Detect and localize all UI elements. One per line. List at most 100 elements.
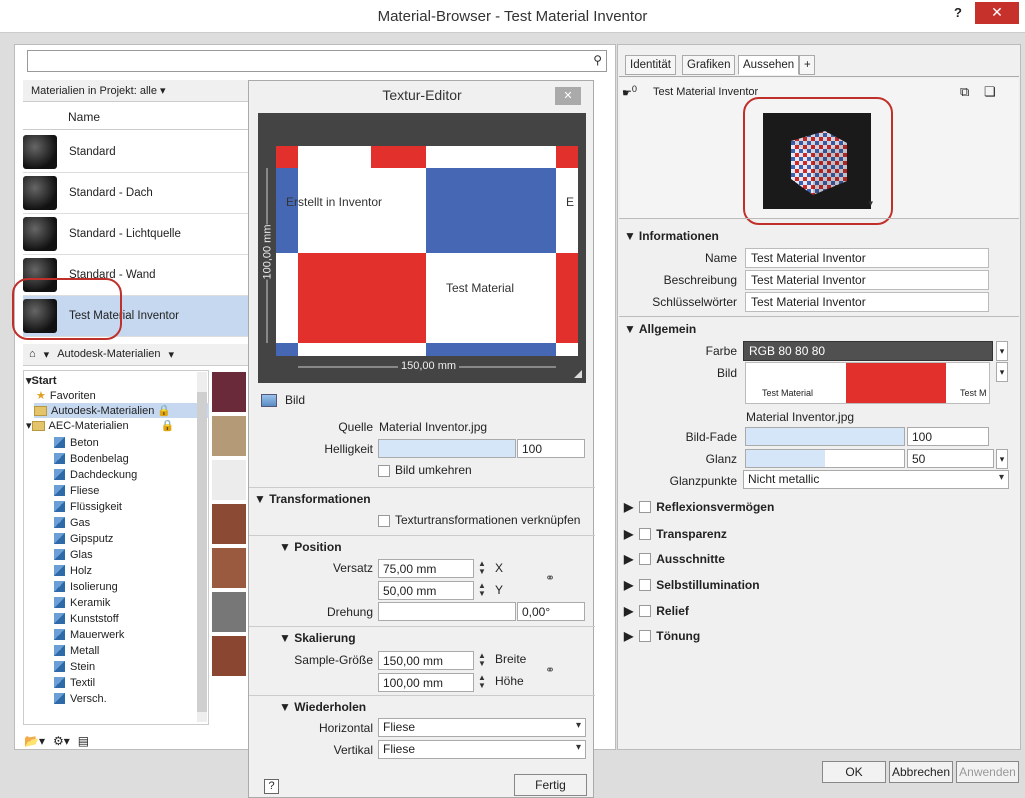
library-swatch[interactable] bbox=[212, 592, 246, 632]
checkbox-box[interactable] bbox=[378, 514, 390, 527]
replace-asset-icon[interactable]: ⧉ bbox=[960, 84, 969, 100]
project-filter[interactable]: Materialien in Projekt: alle ▾ bbox=[23, 80, 248, 102]
tree-item[interactable]: Stein bbox=[54, 659, 95, 674]
source-file-link[interactable]: Material Inventor.jpg bbox=[379, 420, 487, 434]
list-item[interactable]: Standard - Dach bbox=[23, 173, 253, 214]
info-section-header[interactable]: ▼ Informationen bbox=[624, 229, 719, 243]
sample-width-spinner[interactable]: ▲ ▼ bbox=[476, 652, 488, 669]
transform-section-header[interactable]: ▼ Transformationen bbox=[254, 492, 371, 506]
image-thumbnail[interactable]: Test Material Test M bbox=[745, 362, 990, 404]
done-button[interactable]: Fertig bbox=[514, 774, 587, 796]
create-material-icon[interactable]: ⚙▾ bbox=[53, 734, 70, 752]
repeat-section-header[interactable]: ▼ Wiederholen bbox=[279, 700, 366, 714]
link-transforms-checkbox[interactable]: Texturtransformationen verknüpfen bbox=[378, 513, 580, 527]
group-header[interactable]: ▶ Ausschnitte bbox=[624, 552, 725, 566]
tree-item[interactable]: Glas bbox=[54, 547, 93, 562]
group-enable-checkbox[interactable] bbox=[639, 501, 652, 513]
list-item[interactable]: Standard - Lichtquelle bbox=[23, 214, 253, 255]
color-swatch[interactable]: RGB 80 80 80 bbox=[743, 341, 993, 361]
tree-item-autodesk-materialien[interactable]: Autodesk-Materialien 🔒 bbox=[34, 403, 209, 418]
glossiness-slider[interactable] bbox=[745, 449, 905, 468]
name-field[interactable]: Test Material Inventor bbox=[745, 248, 989, 268]
tab-grafiken[interactable]: Grafiken bbox=[682, 55, 736, 75]
highlights-select[interactable]: Nicht metallic bbox=[743, 470, 1009, 489]
tree-item[interactable]: Isolierung bbox=[54, 579, 118, 594]
sample-height-spinner[interactable]: ▲ ▼ bbox=[476, 674, 488, 691]
tree-item[interactable]: Kunststoff bbox=[54, 611, 119, 626]
group-enable-checkbox[interactable] bbox=[639, 579, 652, 591]
group-enable-checkbox[interactable] bbox=[639, 605, 652, 617]
sample-width-input[interactable]: 150,00 mm bbox=[378, 651, 474, 670]
asset-hand-icon[interactable]: ☛0 bbox=[622, 84, 637, 100]
tree-item[interactable]: Versch. bbox=[54, 691, 107, 706]
color-menu-arrow[interactable]: ▾ bbox=[996, 341, 1008, 361]
chevron-down-icon[interactable]: ▾ bbox=[169, 348, 175, 361]
tab-aussehen[interactable]: Aussehen bbox=[738, 55, 800, 75]
group-header[interactable]: ▶ Tönung bbox=[624, 629, 700, 643]
chevron-down-icon[interactable]: ▾ bbox=[44, 348, 50, 361]
brightness-input[interactable]: 100 bbox=[517, 439, 585, 458]
group-header[interactable]: ▶ Selbstillumination bbox=[624, 578, 760, 592]
tree-item[interactable]: Gas bbox=[54, 515, 90, 530]
search-input[interactable]: ⚲ bbox=[27, 50, 607, 72]
tree-item[interactable]: Mauerwerk bbox=[54, 627, 124, 642]
position-section-header[interactable]: ▼ Position bbox=[279, 540, 342, 554]
vertical-repeat-select[interactable]: Fliese bbox=[378, 740, 586, 759]
group-header[interactable]: ▶ Transparenz bbox=[624, 527, 727, 541]
library-swatch[interactable] bbox=[212, 460, 246, 500]
glossiness-menu-arrow[interactable]: ▾ bbox=[996, 449, 1008, 469]
group-enable-checkbox[interactable] bbox=[639, 630, 652, 642]
duplicate-asset-icon[interactable]: ❏ bbox=[984, 84, 996, 100]
cancel-button[interactable]: Abbrechen bbox=[889, 761, 953, 783]
tree-item-favoriten[interactable]: ★ Favoriten bbox=[36, 388, 96, 403]
tree-item[interactable]: Beton bbox=[54, 435, 99, 450]
help-button[interactable]: ? bbox=[949, 5, 967, 23]
tree-item[interactable]: Gipsputz bbox=[54, 531, 113, 546]
link-chain-icon[interactable]: ⚭ bbox=[545, 663, 555, 677]
column-name-header[interactable]: Name bbox=[68, 110, 100, 124]
tree-item-aec-materialien[interactable]: ▾ AEC-Materialien 🔒 bbox=[26, 418, 174, 433]
offset-y-spinner[interactable]: ▲ ▼ bbox=[476, 582, 488, 599]
tree-item[interactable]: Fliese bbox=[54, 483, 99, 498]
group-header[interactable]: ▶ Reflexionsvermögen bbox=[624, 500, 774, 514]
keywords-field[interactable]: Test Material Inventor bbox=[745, 292, 989, 312]
invert-image-checkbox[interactable]: Bild umkehren bbox=[378, 463, 472, 477]
library-swatch[interactable] bbox=[212, 372, 246, 412]
library-swatch[interactable] bbox=[212, 504, 246, 544]
image-file-name[interactable]: Material Inventor.jpg bbox=[746, 410, 854, 424]
image-fade-input[interactable]: 100 bbox=[907, 427, 989, 446]
glossiness-input[interactable]: 50 bbox=[907, 449, 994, 468]
tree-item[interactable]: Holz bbox=[54, 563, 92, 578]
offset-y-input[interactable]: 50,00 mm bbox=[378, 581, 474, 600]
link-chain-icon[interactable]: ⚭ bbox=[545, 571, 555, 585]
tree-item[interactable]: Metall bbox=[54, 643, 99, 658]
tree-scrollbar[interactable] bbox=[197, 372, 207, 722]
add-tab-button[interactable]: + bbox=[799, 55, 815, 75]
tree-item[interactable]: Keramik bbox=[54, 595, 110, 610]
tree-item[interactable]: Flüssigkeit bbox=[54, 499, 122, 514]
horizontal-repeat-select[interactable]: Fliese bbox=[378, 718, 586, 737]
tab-identitaet[interactable]: Identität bbox=[625, 55, 676, 75]
library-menu-icon[interactable]: 📂▾ bbox=[24, 734, 45, 752]
checkbox-box[interactable] bbox=[378, 464, 390, 477]
image-menu-arrow[interactable]: ▾ bbox=[996, 362, 1008, 382]
home-icon[interactable]: ⌂ bbox=[29, 348, 36, 361]
tree-item[interactable]: Dachdeckung bbox=[54, 467, 137, 482]
library-swatch[interactable] bbox=[212, 416, 246, 456]
toggle-panel-icon[interactable]: ▤ bbox=[78, 734, 89, 752]
group-enable-checkbox[interactable] bbox=[639, 553, 652, 565]
tree-item[interactable]: Bodenbelag bbox=[54, 451, 129, 466]
rotation-slider[interactable] bbox=[378, 602, 516, 621]
ok-button[interactable]: OK bbox=[822, 761, 886, 783]
offset-x-input[interactable]: 75,00 mm bbox=[378, 559, 474, 578]
group-header[interactable]: ▶ Relief bbox=[624, 604, 689, 618]
close-button[interactable]: ✕ bbox=[975, 2, 1019, 24]
offset-x-spinner[interactable]: ▲ ▼ bbox=[476, 560, 488, 577]
search-icon[interactable]: ⚲ bbox=[593, 53, 602, 67]
description-field[interactable]: Test Material Inventor bbox=[745, 270, 989, 290]
sample-height-input[interactable]: 100,00 mm bbox=[378, 673, 474, 692]
general-section-header[interactable]: ▼ Allgemein bbox=[624, 322, 696, 336]
library-breadcrumb[interactable]: ⌂ ▾ Autodesk-Materialien ▾ bbox=[23, 344, 248, 366]
texture-editor-close-button[interactable]: ✕ bbox=[555, 87, 581, 105]
scale-section-header[interactable]: ▼ Skalierung bbox=[279, 631, 356, 645]
